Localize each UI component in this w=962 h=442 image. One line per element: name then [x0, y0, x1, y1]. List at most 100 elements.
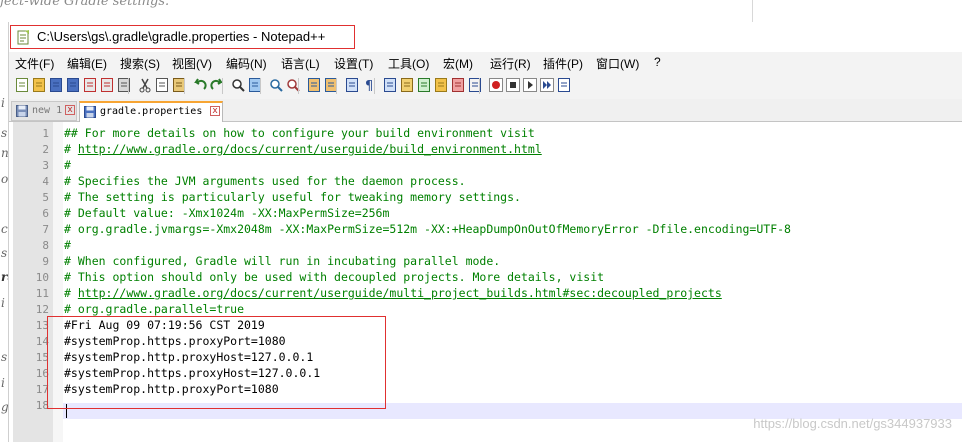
code-line[interactable]: # org.gradle.jvmargs=-Xmx2048m -XX:MaxPe…: [64, 222, 791, 236]
menu-item-3[interactable]: 视图(V): [172, 55, 212, 72]
code-text: # org.gradle.jvmargs=-Xmx2048m -XX:MaxPe…: [64, 222, 791, 236]
play-macro-icon[interactable]: [522, 77, 538, 93]
code-text: # Default value: -Xmx1024m -XX:MaxPermSi…: [64, 206, 390, 220]
line-number: 14: [35, 335, 49, 348]
find-icon[interactable]: [230, 77, 246, 93]
toolbar-separator: [128, 78, 129, 94]
indent-guide-icon[interactable]: [382, 77, 398, 93]
code-text: # org.gradle.parallel=true: [64, 302, 245, 316]
background-margin-char: s: [1, 126, 8, 140]
toolbar-separator: [222, 78, 223, 94]
run-macro-multiple-icon[interactable]: [539, 77, 555, 93]
code-line[interactable]: # When configured, Gradle will run in in…: [64, 254, 500, 268]
toolbar-separator: [374, 78, 375, 94]
code-text: # This option should only be used with d…: [64, 270, 605, 284]
tab-gradle-properties[interactable]: gradle.properties x: [79, 101, 223, 122]
line-number: 16: [35, 367, 49, 380]
menu-item-10[interactable]: 插件(P): [543, 55, 583, 72]
menu-item-11[interactable]: 窗口(W): [596, 55, 639, 72]
close-icon[interactable]: [82, 77, 98, 93]
code-line[interactable]: # Default value: -Xmx1024m -XX:MaxPermSi…: [64, 206, 389, 220]
stop-macro-icon[interactable]: [505, 77, 521, 93]
code-line[interactable]: # The setting is particularly useful for…: [64, 190, 521, 204]
function-list-icon[interactable]: [416, 77, 432, 93]
code-line[interactable]: # http://www.gradle.org/docs/current/use…: [64, 142, 542, 156]
sync-vertical-icon[interactable]: [306, 77, 322, 93]
code-line[interactable]: #: [64, 238, 71, 252]
folder-as-workspace-icon[interactable]: [433, 77, 449, 93]
code-line[interactable]: # This option should only be used with d…: [64, 270, 604, 284]
menu-item-2[interactable]: 搜索(S): [120, 55, 160, 72]
toolbar: ¶: [9, 74, 962, 98]
save-icon[interactable]: [48, 77, 64, 93]
doc-map-icon[interactable]: [399, 77, 415, 93]
toolbar-separator: [298, 78, 299, 94]
save-macro-icon[interactable]: [556, 77, 572, 93]
code-text: #: [64, 158, 71, 172]
tab-new-1[interactable]: new 1 x: [11, 101, 77, 121]
toolbar-separator: [479, 78, 480, 94]
background-margin-char: s: [1, 246, 8, 260]
background-margin-char: i: [1, 376, 5, 390]
menu-item-1[interactable]: 编辑(E): [67, 55, 107, 72]
background-divider: [752, 0, 753, 24]
zoom-in-icon[interactable]: [268, 77, 284, 93]
svg-text:¶: ¶: [365, 79, 373, 93]
code-link[interactable]: http://www.gradle.org/docs/current/userg…: [78, 142, 542, 156]
menu-item-9[interactable]: 运行(R): [490, 55, 531, 72]
monitor-icon[interactable]: [467, 77, 483, 93]
code-line[interactable]: #: [64, 158, 71, 172]
new-file-icon[interactable]: [14, 77, 30, 93]
code-text: #: [64, 286, 78, 300]
background-margin-char: i: [1, 296, 5, 310]
code-line[interactable]: # Specifies the JVM arguments used for t…: [64, 174, 466, 188]
background-margin-char: s: [1, 350, 8, 364]
copy-icon[interactable]: [154, 77, 170, 93]
background-margin-char: i: [1, 96, 5, 110]
menu-item-6[interactable]: 设置(T): [334, 55, 373, 72]
floppy-icon: [84, 106, 96, 118]
line-number: 7: [42, 223, 49, 236]
code-text: # The setting is particularly useful for…: [64, 190, 521, 204]
menu-item-0[interactable]: 文件(F): [15, 55, 54, 72]
line-number: 3: [42, 159, 49, 172]
line-number: 11: [35, 287, 49, 300]
toolbar-separator: [260, 78, 261, 94]
code-text: # When configured, Gradle will run in in…: [64, 254, 501, 268]
open-file-icon[interactable]: [31, 77, 47, 93]
menu-item-5[interactable]: 语言(L): [281, 55, 320, 72]
code-line[interactable]: # org.gradle.parallel=true: [64, 302, 244, 316]
code-text: # Specifies the JVM arguments used for t…: [64, 174, 466, 188]
menu-item-7[interactable]: 工具(O): [388, 55, 429, 72]
line-number: 15: [35, 351, 49, 364]
watermark: https://blog.csdn.net/gs344937933: [753, 416, 952, 431]
menu-item-12[interactable]: ?: [654, 55, 661, 69]
cut-icon[interactable]: [137, 77, 153, 93]
code-line[interactable]: # http://www.gradle.org/docs/current/use…: [64, 286, 722, 300]
menu-item-4[interactable]: 编码(N): [226, 55, 267, 72]
line-number: 9: [42, 255, 49, 268]
line-number: 10: [35, 271, 49, 284]
code-link[interactable]: http://www.gradle.org/docs/current/userg…: [78, 286, 722, 300]
code-text: ## For more details on how to configure …: [64, 126, 535, 140]
floppy-icon: [16, 105, 28, 117]
code-line[interactable]: ## For more details on how to configure …: [64, 126, 535, 140]
word-wrap-icon[interactable]: [344, 77, 360, 93]
toolbar-separator: [336, 78, 337, 94]
code-highlight-box: [47, 316, 386, 409]
line-number: 2: [42, 143, 49, 156]
line-number: 17: [35, 383, 49, 396]
print-icon[interactable]: [116, 77, 132, 93]
menu-item-8[interactable]: 宏(M): [443, 55, 473, 72]
close-all-icon[interactable]: [99, 77, 115, 93]
line-number: 4: [42, 175, 49, 188]
undo-icon[interactable]: [192, 77, 208, 93]
close-icon[interactable]: x: [65, 105, 75, 115]
background-top-text: ject-wide Gradle settings.: [0, 0, 170, 9]
close-icon[interactable]: x: [210, 106, 220, 116]
line-number: 12: [35, 303, 49, 316]
record-macro-icon[interactable]: [488, 77, 504, 93]
doc-list-icon[interactable]: [450, 77, 466, 93]
save-all-icon[interactable]: [65, 77, 81, 93]
title-bar[interactable]: C:\Users\gs\.gradle\gradle.properties - …: [9, 22, 962, 52]
